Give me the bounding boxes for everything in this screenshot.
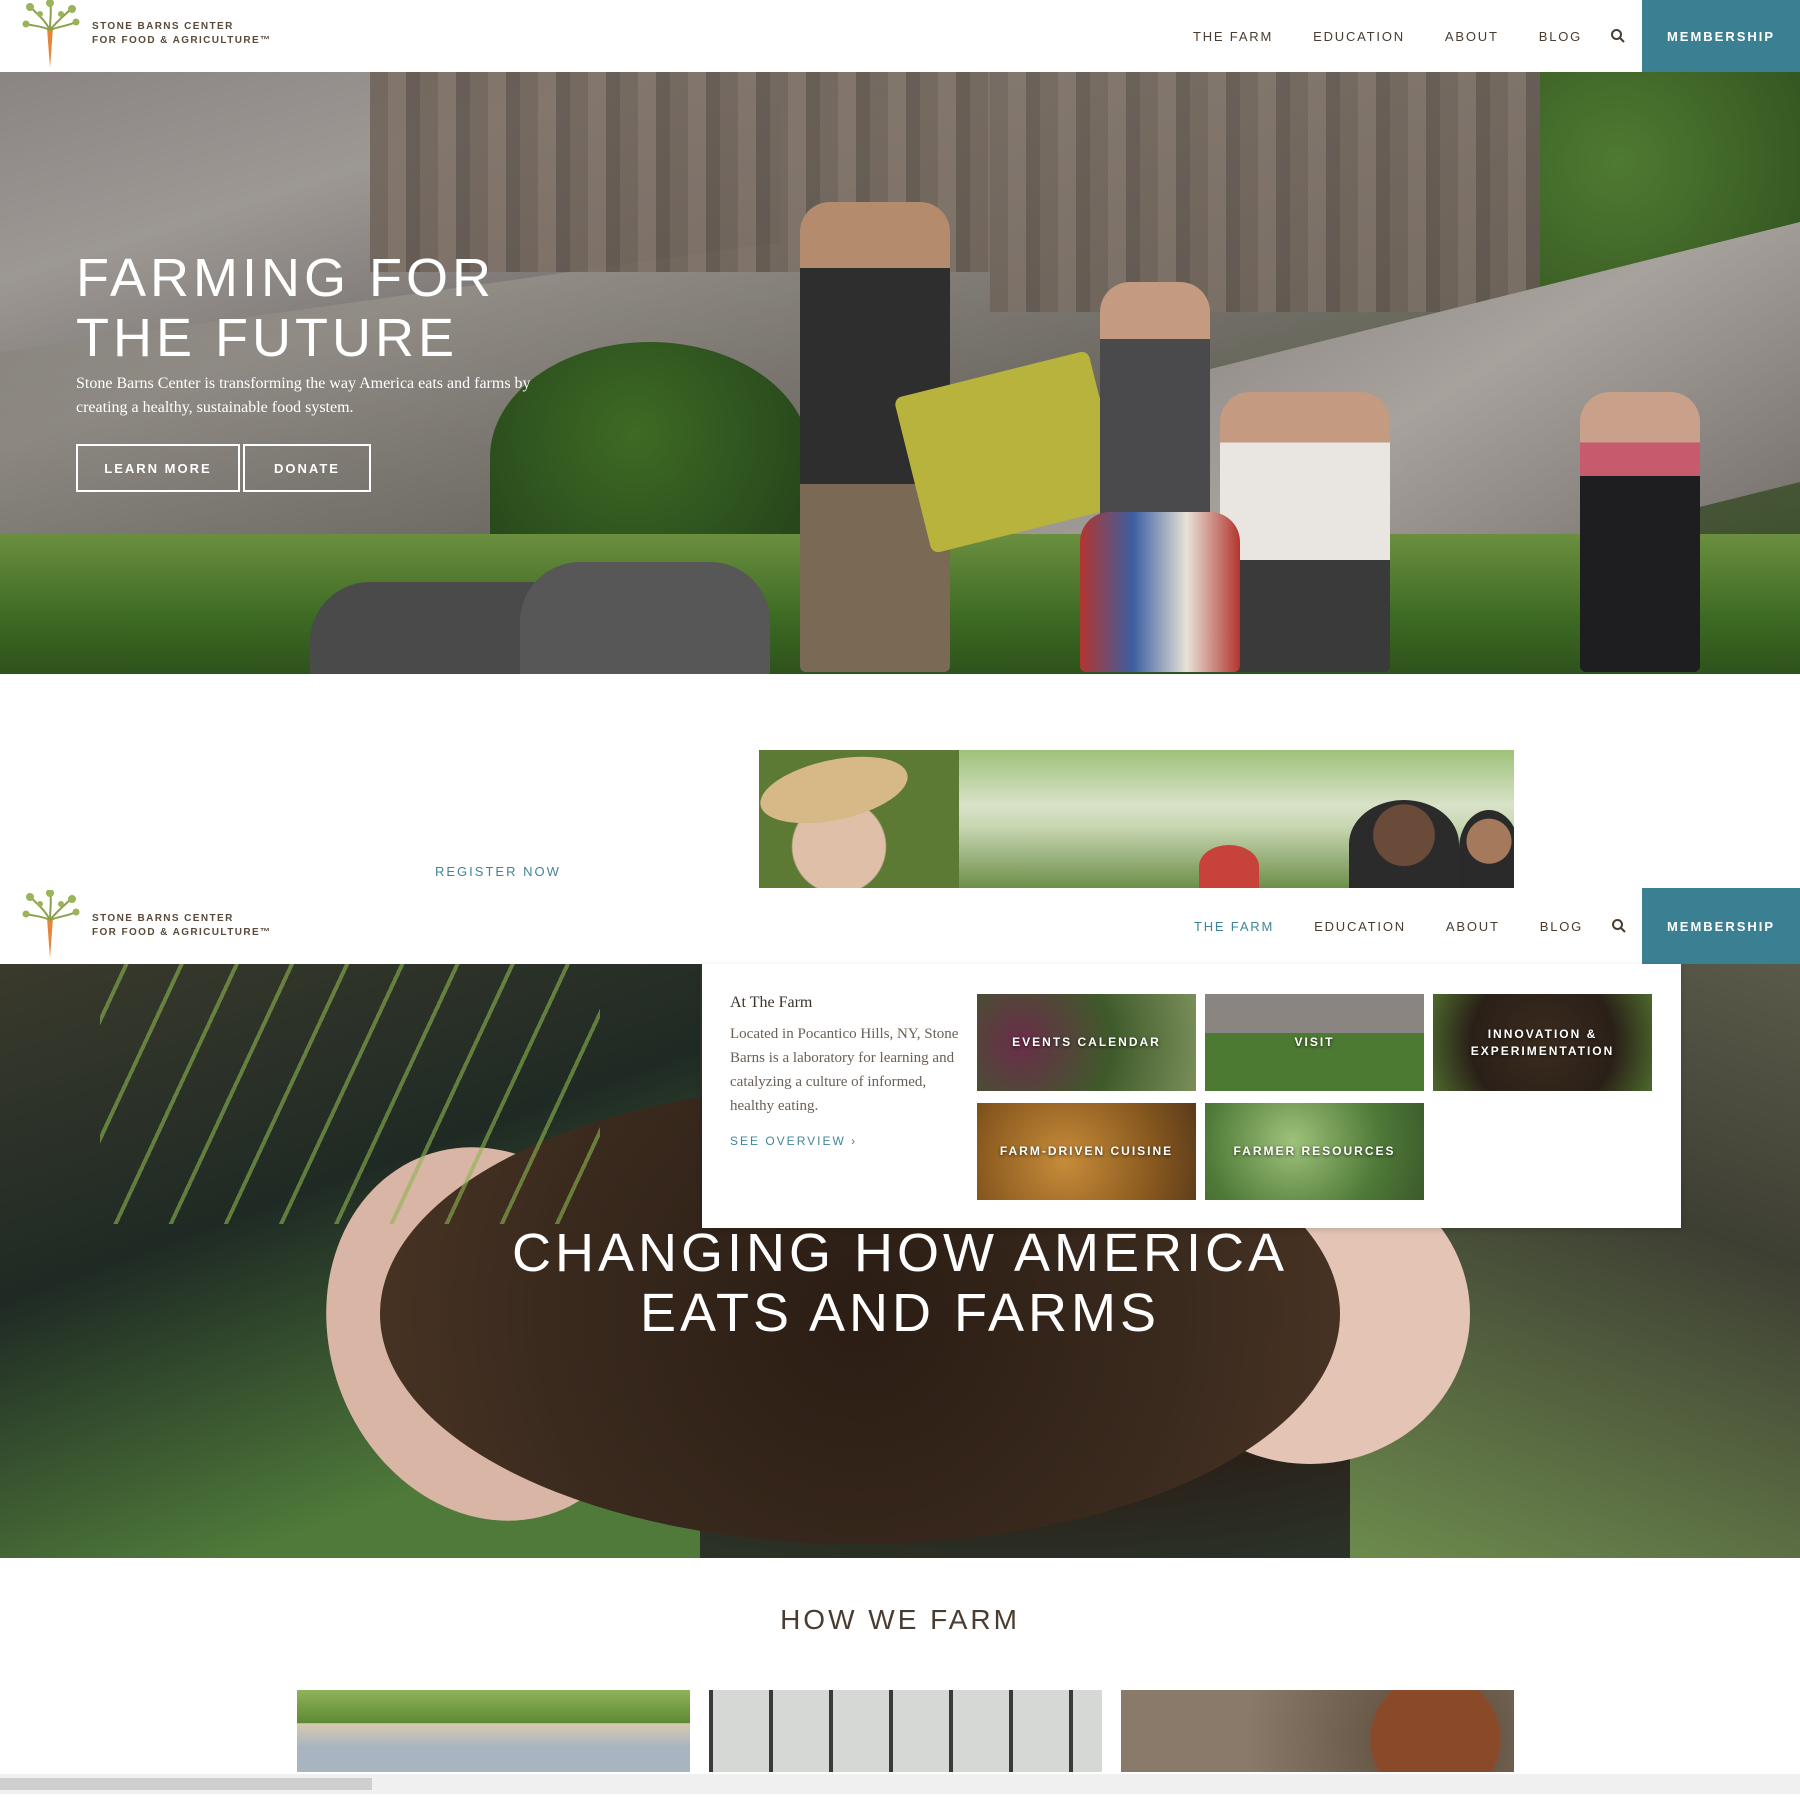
main-nav: THE FARM EDUCATION ABOUT BLOG bbox=[1173, 0, 1626, 72]
worker-figure bbox=[1080, 512, 1240, 672]
site-header: STONE BARNS CENTER FOR FOOD & AGRICULTUR… bbox=[0, 0, 1800, 72]
logo-line-1: STONE BARNS CENTER bbox=[92, 21, 234, 32]
how-we-farm-heading: HOW WE FARM bbox=[780, 1604, 1020, 1635]
scrollbar-thumb[interactable] bbox=[0, 1778, 372, 1790]
worker-figure bbox=[520, 562, 770, 674]
tile-visit[interactable]: VISIT bbox=[1205, 994, 1424, 1091]
main-nav: THE FARM EDUCATION ABOUT BLOG bbox=[1173, 888, 1627, 968]
nav-about[interactable]: ABOUT bbox=[1446, 888, 1500, 964]
nav-the-farm[interactable]: THE FARM bbox=[1193, 0, 1273, 72]
student-figure bbox=[1459, 810, 1514, 888]
stone-tower bbox=[990, 72, 1550, 312]
hero2-title: CHANGING HOW AMERICA EATS AND FARMS bbox=[0, 1223, 1800, 1343]
nav-education[interactable]: EDUCATION bbox=[1313, 0, 1405, 72]
program-photo bbox=[759, 750, 1514, 888]
hero2-title-line-1: CHANGING HOW AMERICA bbox=[511, 1223, 1289, 1283]
nav-the-farm[interactable]: THE FARM bbox=[1173, 888, 1295, 968]
hero-farming-future: FARMING FOR THE FUTURE Stone Barns Cente… bbox=[0, 72, 1800, 674]
the-farm-dropdown: At The Farm Located in Pocantico Hills, … bbox=[702, 964, 1681, 1228]
membership-button[interactable]: MEMBERSHIP bbox=[1642, 0, 1800, 72]
see-overview-link[interactable]: SEE OVERVIEW › bbox=[730, 1134, 857, 1148]
logo-text: STONE BARNS CENTER FOR FOOD & AGRICULTUR… bbox=[92, 20, 271, 48]
nav-blog[interactable]: BLOG bbox=[1539, 0, 1582, 72]
register-now-link[interactable]: REGISTER NOW bbox=[435, 864, 561, 879]
student-figure bbox=[1349, 800, 1459, 888]
nav-education[interactable]: EDUCATION bbox=[1314, 888, 1406, 964]
hero-title-line-1: FARMING FOR bbox=[76, 248, 495, 308]
tile-farmer-resources[interactable]: FARMER RESOURCES bbox=[1205, 1103, 1424, 1200]
learn-more-button[interactable]: LEARN MORE bbox=[76, 444, 240, 492]
tile-innovation-experimentation[interactable]: INNOVATION & EXPERIMENTATION bbox=[1433, 994, 1652, 1091]
tile-farm-driven-cuisine[interactable]: FARM-DRIVEN CUISINE bbox=[977, 1103, 1196, 1200]
logo-line-2: FOR FOOD & AGRICULTURE™ bbox=[92, 927, 272, 938]
how-card-2[interactable] bbox=[709, 1690, 1102, 1772]
membership-button[interactable]: MEMBERSHIP bbox=[1642, 888, 1800, 964]
carrot-logo-icon bbox=[22, 890, 80, 958]
nav-blog[interactable]: BLOG bbox=[1540, 888, 1583, 964]
nav-about[interactable]: ABOUT bbox=[1445, 0, 1499, 72]
site-logo[interactable]: STONE BARNS CENTER FOR FOOD & AGRICULTUR… bbox=[14, 0, 274, 72]
carrot-logo-icon bbox=[22, 0, 80, 68]
hero-subtitle: Stone Barns Center is transforming the w… bbox=[76, 375, 531, 416]
horizontal-scrollbar[interactable] bbox=[0, 1774, 1800, 1794]
logo-text: STONE BARNS CENTER FOR FOOD & AGRICULTUR… bbox=[92, 912, 271, 940]
worker-figure bbox=[1220, 392, 1390, 672]
dropdown-description: Located in Pocantico Hills, NY, Stone Ba… bbox=[730, 1026, 959, 1114]
hero-title: FARMING FOR THE FUTURE bbox=[76, 248, 495, 368]
site-logo[interactable]: STONE BARNS CENTER FOR FOOD & AGRICULTUR… bbox=[14, 890, 274, 962]
search-icon[interactable] bbox=[1610, 28, 1626, 44]
tile-events-calendar[interactable]: EVENTS CALENDAR bbox=[977, 994, 1196, 1091]
search-icon[interactable] bbox=[1611, 918, 1627, 934]
student-figure bbox=[1199, 845, 1259, 888]
logo-line-1: STONE BARNS CENTER bbox=[92, 913, 234, 924]
site-header-sticky: STONE BARNS CENTER FOR FOOD & AGRICULTUR… bbox=[0, 888, 1800, 968]
logo-line-2: FOR FOOD & AGRICULTURE™ bbox=[92, 35, 272, 46]
how-card-1[interactable] bbox=[297, 1690, 690, 1772]
dropdown-heading: At The Farm bbox=[730, 994, 813, 1011]
hero2-title-line-2: EATS AND FARMS bbox=[639, 1283, 1161, 1343]
grass-blades bbox=[100, 964, 600, 1224]
hero-title-line-2: THE FUTURE bbox=[76, 308, 458, 368]
worker-figure bbox=[1100, 282, 1210, 542]
how-card-3[interactable] bbox=[1121, 1690, 1514, 1772]
donate-button[interactable]: DONATE bbox=[243, 444, 371, 492]
worker-figure bbox=[1580, 392, 1700, 672]
